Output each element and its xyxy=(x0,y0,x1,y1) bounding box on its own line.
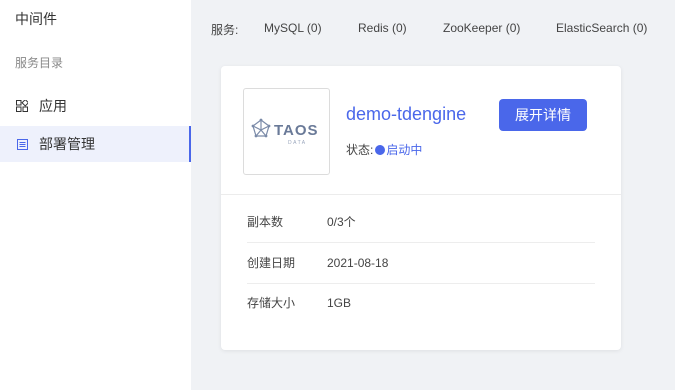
sidebar-item-label: 部署管理 xyxy=(39,136,95,152)
status-badge: 启动中 xyxy=(386,143,423,157)
expand-details-button[interactable]: 展开详情 xyxy=(499,99,587,131)
app-logo: TAOS DATA xyxy=(243,88,330,175)
list-icon xyxy=(15,137,29,151)
logo-text: TAOS xyxy=(274,122,319,139)
card-divider xyxy=(221,194,621,195)
sidebar-section-label: 服务目录 xyxy=(15,56,64,70)
logo-subtext: DATA xyxy=(288,140,307,146)
status-line: 状态: 启动中 xyxy=(346,141,422,158)
service-filter-zookeeper[interactable]: ZooKeeper (0) xyxy=(443,21,520,35)
status-dot-icon xyxy=(375,144,386,155)
sidebar-item-label: 应用 xyxy=(39,98,67,114)
info-key: 副本数 xyxy=(247,215,284,229)
info-row-created: 创建日期 2021-08-18 xyxy=(247,243,595,283)
status-label: 状态: xyxy=(346,143,374,157)
services-label: 服务: xyxy=(211,23,239,37)
info-row-replicas: 副本数 0/3个 xyxy=(247,202,595,242)
app-name-link[interactable]: demo-tdengine xyxy=(346,104,466,125)
info-key: 存储大小 xyxy=(247,296,296,310)
sidebar-item-apps[interactable]: 应用 xyxy=(0,88,191,124)
info-row-storage: 存储大小 1GB xyxy=(247,283,595,323)
grid-icon xyxy=(15,99,29,113)
service-filter-bar: 服务: MySQL (0) Redis (0) ZooKeeper (0) El… xyxy=(191,0,675,58)
info-value: 1GB xyxy=(327,296,352,310)
service-filter-mysql[interactable]: MySQL (0) xyxy=(264,21,322,35)
sidebar-item-deployments[interactable]: 部署管理 xyxy=(0,126,191,162)
sidebar-title: 中间件 xyxy=(15,11,57,27)
info-key: 创建日期 xyxy=(247,256,296,270)
info-value: 2021-08-18 xyxy=(327,256,389,270)
sidebar: 中间件 服务目录 应用 部署管理 xyxy=(0,0,191,390)
info-value: 0/3个 xyxy=(327,215,356,229)
service-filter-elasticsearch[interactable]: ElasticSearch (0) xyxy=(556,21,647,35)
service-filter-redis[interactable]: Redis (0) xyxy=(358,21,407,35)
deployment-card: TAOS DATA demo-tdengine 状态: 启动中 展开详情 副本数… xyxy=(221,66,621,350)
